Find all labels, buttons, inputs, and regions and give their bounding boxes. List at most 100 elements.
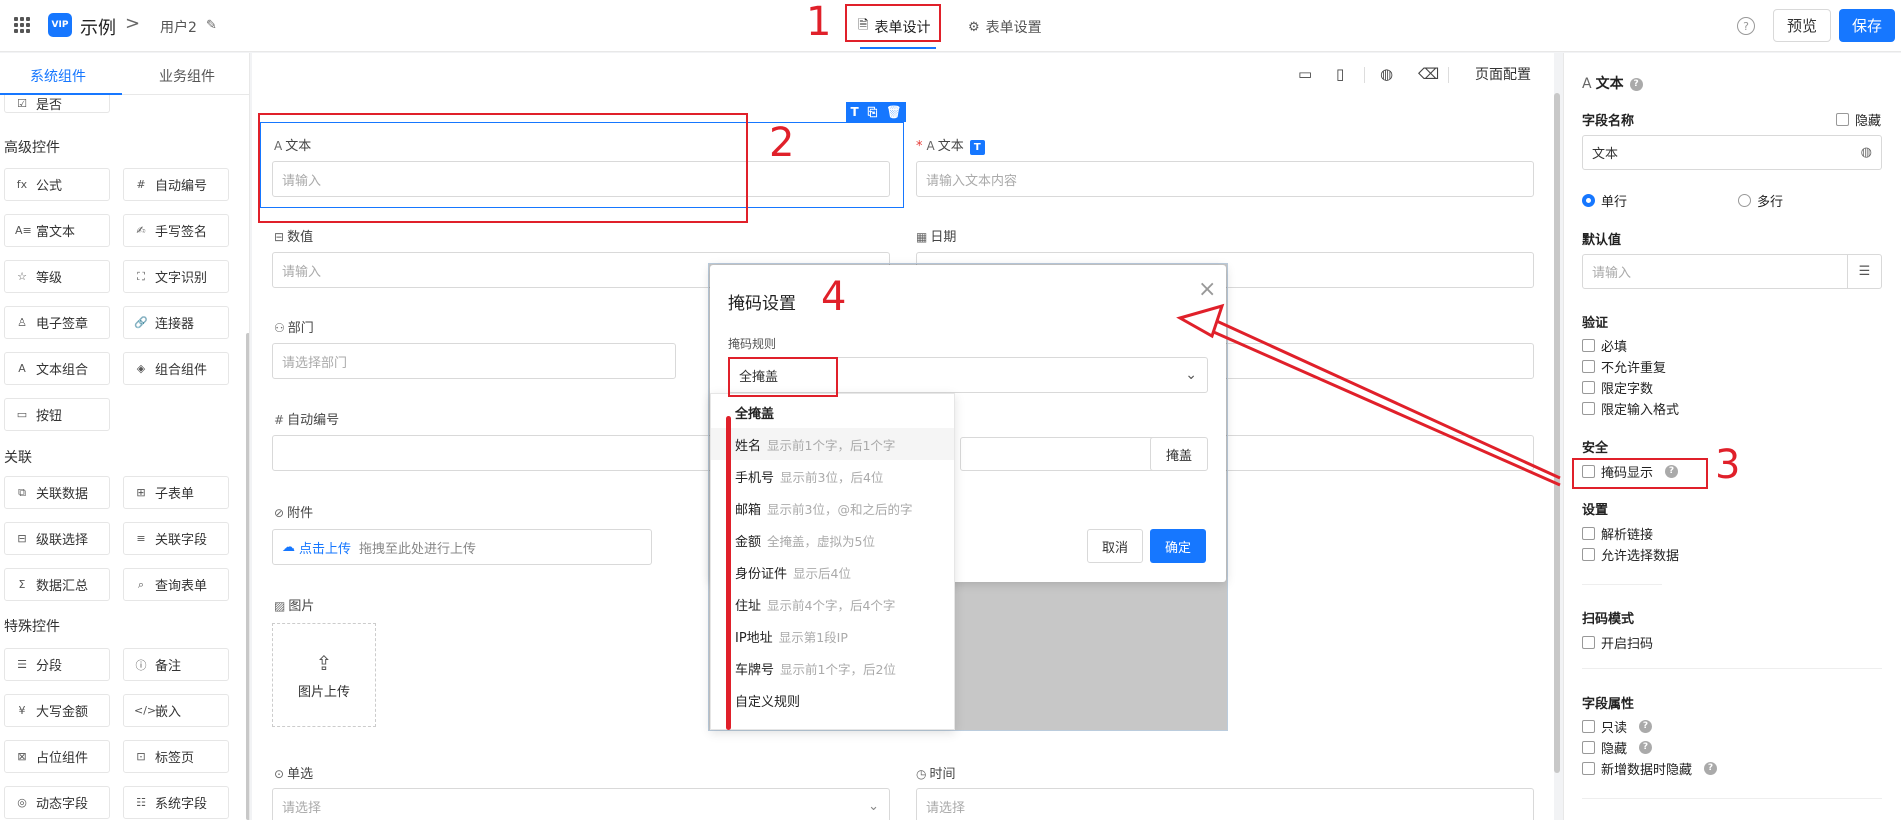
component-placeholder[interactable]: ⊠ 占位组件	[4, 740, 110, 773]
component-yes-no[interactable]: ☑ 是否	[4, 95, 110, 113]
tab-form-settings[interactable]: ⚙ 表单设置	[958, 12, 1052, 42]
time-select[interactable]: 请选择	[916, 788, 1534, 820]
parse-link-option[interactable]: 解析链接	[1582, 524, 1653, 543]
clear-icon[interactable]: ⌫	[1418, 65, 1439, 83]
component-system-field[interactable]: ☷ 系统字段	[123, 786, 229, 819]
close-icon[interactable]: ×	[1198, 277, 1216, 302]
component-related-field[interactable]: ≡ 关联字段	[123, 522, 229, 555]
help-icon[interactable]: ?	[1639, 741, 1653, 754]
attr-hide-on-new[interactable]: 新增数据时隐藏?	[1582, 759, 1718, 778]
component-cascade[interactable]: ⊟ 级联选择	[4, 522, 110, 555]
list-icon[interactable]: ☰	[1847, 255, 1881, 288]
validate-length[interactable]: 限定字数	[1582, 378, 1653, 397]
component-embed[interactable]: </> 嵌入	[123, 694, 229, 727]
validate-format[interactable]: 限定输入格式	[1582, 399, 1679, 418]
mask-option-id-card[interactable]: 身份证件 显示后4位	[711, 556, 954, 588]
checkbox[interactable]	[1582, 762, 1595, 775]
attr-readonly[interactable]: 只读?	[1582, 717, 1653, 736]
dept-select[interactable]: 请选择部门	[272, 343, 676, 379]
component-capital-amount[interactable]: ¥ 大写金额	[4, 694, 110, 727]
checkbox[interactable]	[1582, 636, 1595, 649]
radio-select[interactable]: 请选择 ⌄	[272, 788, 890, 820]
left-scrollbar[interactable]	[246, 333, 249, 820]
checkbox[interactable]	[1582, 741, 1595, 754]
text-type-icon[interactable]: T	[850, 105, 858, 119]
edit-name-icon[interactable]: ✎	[206, 18, 217, 33]
mask-option-phone[interactable]: 手机号 显示前3位，后4位	[711, 460, 954, 492]
validate-unique[interactable]: 不允许重复	[1582, 357, 1666, 376]
checkbox[interactable]	[1582, 381, 1595, 394]
validate-required[interactable]: 必填	[1582, 336, 1627, 355]
text-input-2[interactable]: 请输入文本内容	[916, 161, 1534, 197]
page-config-button[interactable]: 页面配置	[1475, 64, 1531, 84]
desktop-icon[interactable]: ▭	[1298, 65, 1312, 83]
mask-option-address[interactable]: 住址 显示前4个字，后4个字	[711, 588, 954, 620]
mask-option-amount[interactable]: 金额 全掩盖，虚拟为5位	[711, 524, 954, 556]
image-upload-box[interactable]: ⇪ 图片上传	[272, 623, 376, 727]
app-name[interactable]: 示例	[80, 14, 116, 40]
component-auto-number[interactable]: # 自动编号	[123, 168, 229, 201]
allow-select-data-option[interactable]: 允许选择数据	[1582, 545, 1679, 564]
mask-apply-button[interactable]: 掩盖	[1150, 437, 1208, 471]
component-connector[interactable]: 🔗 连接器	[123, 306, 229, 339]
canvas-scrollbar[interactable]	[1554, 93, 1560, 773]
help-icon[interactable]: ?	[1704, 762, 1718, 775]
checkbox[interactable]	[1582, 527, 1595, 540]
component-tabs[interactable]: ⊡ 标签页	[123, 740, 229, 773]
app-grid-icon[interactable]	[14, 17, 30, 33]
component-signature[interactable]: ✍ 手写签名	[123, 214, 229, 247]
component-ocr[interactable]: ⛶ 文字识别	[123, 260, 229, 293]
upload-link[interactable]: 点击上传	[299, 538, 351, 557]
attr-hidden[interactable]: 隐藏?	[1582, 738, 1653, 757]
delete-icon[interactable]: 🗑	[886, 105, 901, 119]
mobile-icon[interactable]: ▯	[1336, 65, 1344, 83]
checkbox[interactable]	[1582, 402, 1595, 415]
help-icon[interactable]: ?	[1629, 77, 1643, 91]
field-name-input[interactable]: 文本 ◍	[1582, 135, 1882, 170]
component-text-group[interactable]: A 文本组合	[4, 352, 110, 385]
preview-button[interactable]: 预览	[1773, 9, 1831, 42]
component-combo[interactable]: ◈ 组合组件	[123, 352, 229, 385]
hide-label-checkbox[interactable]	[1836, 113, 1849, 126]
mask-option-full[interactable]: 全掩盖	[711, 396, 954, 428]
help-icon[interactable]: ?	[1639, 720, 1653, 733]
component-e-seal[interactable]: ♙ 电子签章	[4, 306, 110, 339]
component-note[interactable]: ⓘ 备注	[123, 648, 229, 681]
help-icon[interactable]: ?	[1737, 17, 1755, 35]
component-formula[interactable]: fx 公式	[4, 168, 110, 201]
single-line-radio[interactable]	[1582, 194, 1595, 207]
component-query-form[interactable]: ⌕ 查询表单	[123, 568, 229, 601]
scan-enable-option[interactable]: 开启扫码	[1582, 633, 1653, 652]
checkbox[interactable]	[1582, 360, 1595, 373]
globe-icon[interactable]: ◍	[1861, 145, 1872, 160]
globe-icon[interactable]: ◍	[1380, 65, 1393, 83]
default-value-input[interactable]: 请输入 ☰	[1582, 254, 1882, 289]
mask-option-custom[interactable]: 自定义规则	[711, 684, 954, 716]
hide-label-toggle[interactable]: 隐藏	[1836, 110, 1881, 129]
component-data-summary[interactable]: Σ 数据汇总	[4, 568, 110, 601]
component-subform[interactable]: ⊞ 子表单	[123, 476, 229, 509]
attachment-upload[interactable]: ☁ 点击上传 拖拽至此处进行上传	[272, 529, 652, 565]
mask-option-email[interactable]: 邮箱 显示前3位，@和之后的字	[711, 492, 954, 524]
mask-option-ip[interactable]: IP地址 显示第1段IP	[711, 620, 954, 652]
multi-line-option[interactable]: 多行	[1738, 191, 1783, 210]
component-rich-text[interactable]: A≡ 富文本	[4, 214, 110, 247]
mask-option-name[interactable]: 姓名 显示前1个字，后1个字	[711, 428, 954, 460]
component-button[interactable]: ▭ 按钮	[4, 398, 110, 431]
tab-system-components[interactable]: 系统组件	[30, 66, 86, 86]
save-button[interactable]: 保存	[1839, 9, 1895, 42]
component-rating[interactable]: ☆ 等级	[4, 260, 110, 293]
checkbox[interactable]	[1582, 548, 1595, 561]
multi-line-radio[interactable]	[1738, 194, 1751, 207]
single-line-option[interactable]: 单行	[1582, 191, 1627, 210]
checkbox[interactable]	[1582, 339, 1595, 352]
confirm-button[interactable]: 确定	[1150, 529, 1206, 563]
component-dynamic-field[interactable]: ◎ 动态字段	[4, 786, 110, 819]
checkbox[interactable]	[1582, 720, 1595, 733]
mask-preview-input[interactable]	[960, 437, 1170, 471]
copy-icon[interactable]: ⎘	[868, 105, 878, 120]
component-section[interactable]: ☰ 分段	[4, 648, 110, 681]
tab-business-components[interactable]: 业务组件	[159, 66, 215, 86]
mask-option-plate[interactable]: 车牌号 显示前1个字，后2位	[711, 652, 954, 684]
cancel-button[interactable]: 取消	[1087, 529, 1143, 563]
